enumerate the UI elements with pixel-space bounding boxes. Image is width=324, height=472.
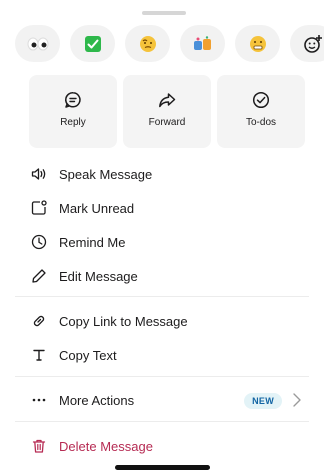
reaction-grimace-button[interactable] [235, 25, 280, 62]
pencil-icon [30, 267, 48, 285]
grimace-emoji-icon [249, 35, 266, 52]
eyes-emoji-icon [27, 37, 48, 50]
reaction-raised-eyebrow-button[interactable] [125, 25, 170, 62]
copy-link-label: Copy Link to Message [59, 313, 188, 329]
mark-unread-label: Mark Unread [59, 200, 135, 216]
chevron-right-icon [292, 392, 302, 413]
check-circle-icon [252, 91, 270, 109]
reaction-row [15, 25, 324, 62]
reaction-tada-button[interactable] [180, 25, 225, 62]
reaction-check-button[interactable] [70, 25, 115, 62]
speaker-icon [30, 165, 48, 183]
remind-me-label: Remind Me [59, 234, 126, 250]
add-reaction-button[interactable] [290, 25, 324, 62]
home-indicator [115, 465, 210, 470]
menu-group-3: More Actions NEW [0, 383, 324, 417]
edit-message-label: Edit Message [59, 268, 138, 284]
mark-unread-icon [30, 199, 48, 217]
menu-divider-2 [15, 376, 309, 377]
menu-group-2: Copy Link to Message Copy Text [0, 304, 324, 372]
trash-icon [30, 437, 48, 455]
copy-text-item[interactable]: Copy Text [0, 338, 324, 372]
tada-emoji-icon [193, 35, 211, 50]
todos-label: To-dos [245, 117, 276, 128]
reaction-eyes-button[interactable] [15, 25, 60, 62]
check-mark-emoji-icon [84, 35, 101, 52]
message-actions-sheet: Reply Forward To-dos Speak Message Mark … [0, 0, 324, 472]
sheet-grabber[interactable] [142, 11, 186, 15]
delete-message-item[interactable]: Delete Message [0, 429, 324, 463]
todos-button[interactable]: To-dos [217, 75, 305, 148]
menu-divider-3 [15, 421, 309, 422]
ellipsis-icon [30, 391, 48, 409]
quick-actions: Reply Forward To-dos [29, 75, 305, 148]
menu-group-1: Speak Message Mark Unread Remind Me Edit… [0, 157, 324, 293]
new-badge: NEW [244, 393, 282, 409]
delete-message-label: Delete Message [59, 438, 153, 454]
speak-message-label: Speak Message [59, 166, 153, 182]
forward-arrow-icon [159, 93, 176, 108]
add-reaction-icon [303, 34, 322, 53]
menu-divider-1 [15, 296, 309, 297]
raised-eyebrow-emoji-icon [139, 35, 156, 52]
link-icon [30, 312, 48, 330]
text-icon [30, 346, 48, 364]
reply-label: Reply [60, 117, 86, 128]
copy-link-item[interactable]: Copy Link to Message [0, 304, 324, 338]
reply-button[interactable]: Reply [29, 75, 117, 148]
menu-group-4: Delete Message [0, 429, 324, 463]
speak-message-item[interactable]: Speak Message [0, 157, 324, 191]
more-actions-label: More Actions [59, 392, 135, 408]
edit-message-item[interactable]: Edit Message [0, 259, 324, 293]
more-actions-item[interactable]: More Actions NEW [0, 383, 324, 417]
clock-icon [30, 233, 48, 251]
forward-button[interactable]: Forward [123, 75, 211, 148]
remind-me-item[interactable]: Remind Me [0, 225, 324, 259]
forward-label: Forward [148, 117, 186, 128]
copy-text-label: Copy Text [59, 347, 117, 363]
mark-unread-item[interactable]: Mark Unread [0, 191, 324, 225]
reply-bubble-icon [65, 92, 81, 108]
